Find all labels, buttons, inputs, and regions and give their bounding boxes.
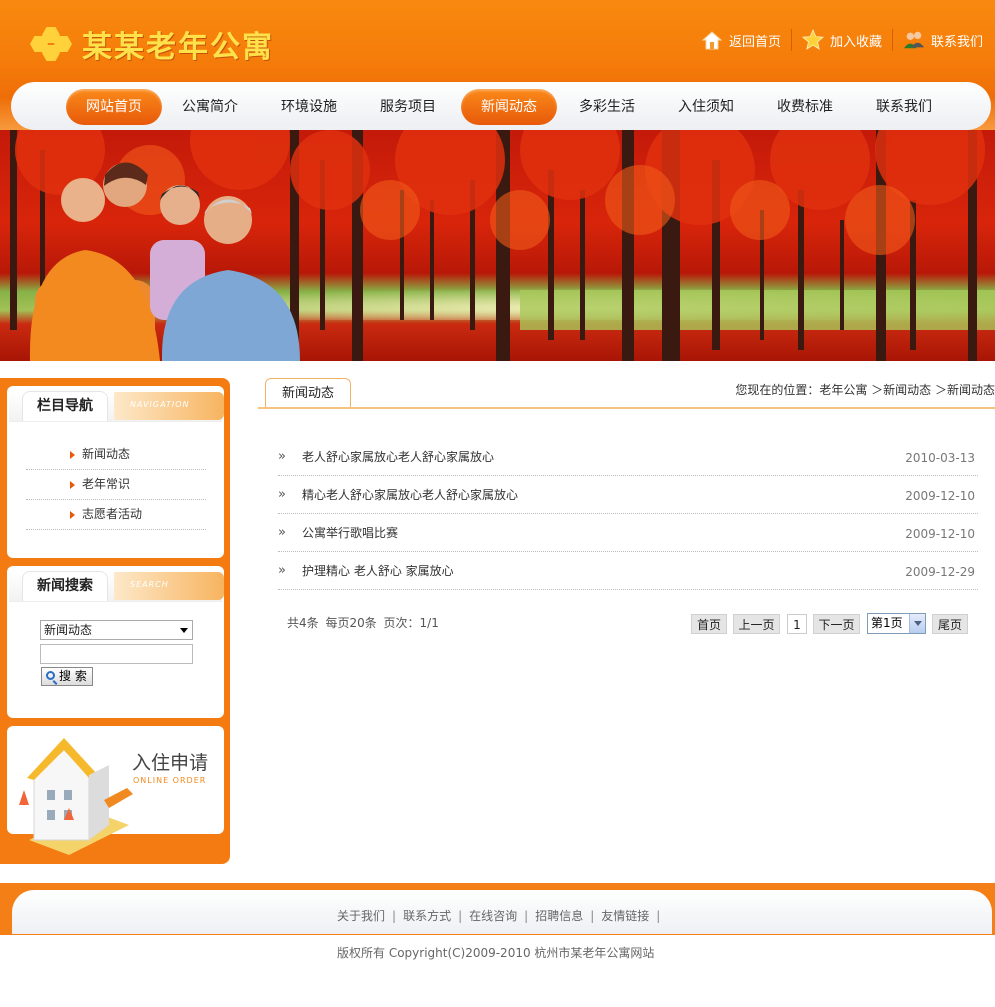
- autumn-forest-illustration: [0, 130, 995, 361]
- nav-home[interactable]: 网站首页: [66, 89, 162, 125]
- search-panel-ribbon-text: SEARCH: [130, 580, 169, 589]
- home-link-label: 返回首页: [728, 34, 781, 50]
- nav-panel-ribbon: NAVIGATION: [114, 392, 224, 420]
- news-date: 2009-12-10: [905, 527, 975, 541]
- footer-links: 关于我们 | 联系方式 | 在线咨询 | 招聘信息 | 友情链接 |: [337, 907, 667, 924]
- logo-hexagons-icon: [30, 25, 72, 63]
- footer-separator: |: [524, 909, 529, 923]
- top-links: 返回首页 加入收藏 联系我们: [691, 27, 993, 53]
- nav-news[interactable]: 新闻动态: [461, 89, 557, 125]
- home-icon: [701, 29, 723, 51]
- sidebar-item-volunteer[interactable]: 志愿者活动: [26, 500, 206, 530]
- page-select-value: 第1页: [871, 616, 903, 630]
- footer-separator: |: [656, 909, 661, 923]
- footer-link-consult[interactable]: 在线咨询: [469, 909, 517, 923]
- chevron-down-icon: [909, 614, 925, 633]
- last-page-button[interactable]: 尾页: [932, 614, 968, 634]
- users-icon: [903, 29, 925, 51]
- news-row[interactable]: » 精心老人舒心家属放心老人舒心家属放心 2009-12-10: [278, 476, 978, 514]
- apply-subtitle: ONLINE ORDER: [133, 776, 207, 785]
- bookmark-link[interactable]: 加入收藏: [792, 27, 892, 53]
- chevron-down-icon: [180, 628, 188, 633]
- nav-panel-ribbon-text: NAVIGATION: [130, 400, 190, 409]
- category-list: 新闻动态 老年常识 志愿者活动: [26, 440, 206, 530]
- first-page-button[interactable]: 首页: [691, 614, 727, 634]
- page-select[interactable]: 第1页: [867, 613, 926, 634]
- nav-services[interactable]: 服务项目: [360, 89, 456, 125]
- nav-fees[interactable]: 收费标准: [757, 89, 853, 125]
- copyright: 版权所有 Copyright(C)2009-2010 杭州市某老年公寓网站: [337, 946, 655, 960]
- search-category-value: 新闻动态: [44, 623, 93, 637]
- footer-separator: |: [590, 909, 595, 923]
- contact-link[interactable]: 联系我们: [893, 27, 993, 53]
- footer-link-contact[interactable]: 联系方式: [403, 909, 451, 923]
- sidebar-item-label: 志愿者活动: [82, 507, 143, 521]
- news-date: 2009-12-10: [905, 489, 975, 503]
- next-page-button[interactable]: 下一页: [813, 614, 860, 634]
- bullet-arrow-icon: [70, 481, 75, 489]
- news-row[interactable]: » 护理精心 老人舒心 家属放心 2009-12-29: [278, 552, 978, 590]
- footer-separator: |: [458, 909, 463, 923]
- hero-banner: [0, 130, 995, 361]
- nav-panel: NAVIGATION 栏目导航 新闻动态 老年常识 志愿者活动: [7, 386, 224, 558]
- search-icon: [46, 671, 55, 680]
- footer-separator: |: [392, 909, 397, 923]
- elderly-group-photo: [29, 162, 300, 361]
- main-nav: 网站首页 公寓简介 环境设施 服务项目 新闻动态 多彩生活 入住须知 收费标准 …: [11, 82, 991, 130]
- search-panel-title: 新闻搜索: [22, 571, 108, 601]
- left-sidebar: NAVIGATION 栏目导航 新闻动态 老年常识 志愿者活动 SEARCH 新…: [0, 378, 230, 864]
- apply-panel[interactable]: 入住申请 ONLINE ORDER: [7, 726, 224, 855]
- search-button[interactable]: 搜 索: [41, 667, 93, 686]
- news-title[interactable]: 精心老人舒心家属放心老人舒心家属放心: [302, 486, 518, 503]
- apply-title: 入住申请: [132, 752, 209, 774]
- search-panel-ribbon: SEARCH: [114, 572, 224, 600]
- news-title[interactable]: 护理精心 老人舒心 家属放心: [302, 562, 454, 579]
- search-category-select[interactable]: 新闻动态: [40, 620, 193, 640]
- apartment-building-icon: [19, 738, 133, 855]
- sidebar-item-label: 新闻动态: [82, 447, 131, 461]
- section-tab: 新闻动态: [265, 378, 352, 408]
- bullet-arrow-icon: [70, 511, 75, 519]
- news-row[interactable]: » 老人舒心家属放心老人舒心家属放心 2010-03-13: [278, 438, 978, 476]
- nav-panel-title: 栏目导航: [22, 391, 108, 421]
- double-chevron-icon: »: [278, 487, 286, 502]
- double-chevron-icon: »: [278, 449, 286, 464]
- nav-facilities[interactable]: 环境设施: [261, 89, 357, 125]
- prev-page-button[interactable]: 上一页: [733, 614, 780, 634]
- nav-contact[interactable]: 联系我们: [856, 89, 952, 125]
- news-list: » 老人舒心家属放心老人舒心家属放心 2010-03-13 » 精心老人舒心家属…: [278, 438, 978, 590]
- bullet-arrow-icon: [70, 451, 75, 459]
- current-page-number[interactable]: 1: [787, 614, 807, 634]
- search-input[interactable]: [40, 644, 193, 664]
- sidebar-item-news[interactable]: 新闻动态: [26, 440, 206, 470]
- section-divider: [258, 407, 995, 409]
- contact-link-label: 联系我们: [930, 34, 983, 50]
- news-title[interactable]: 公寓举行歌唱比赛: [302, 524, 398, 541]
- site-logo[interactable]: 某某老年公寓: [30, 22, 274, 66]
- news-date: 2010-03-13: [905, 451, 975, 465]
- news-date: 2009-12-29: [905, 565, 975, 579]
- nav-admission[interactable]: 入住须知: [658, 89, 754, 125]
- news-title[interactable]: 老人舒心家属放心老人舒心家属放心: [302, 448, 494, 465]
- search-panel: SEARCH 新闻搜索 新闻动态 搜 索: [7, 566, 224, 718]
- site-name: 某某老年公寓: [82, 30, 274, 65]
- home-link[interactable]: 返回首页: [691, 27, 791, 53]
- news-row[interactable]: » 公寓举行歌唱比赛 2009-12-10: [278, 514, 978, 552]
- footer-link-friends[interactable]: 友情链接: [601, 909, 649, 923]
- breadcrumb: 您现在的位置：老年公寓 ＞新闻动态 ＞新闻动态: [735, 383, 995, 397]
- star-icon: [801, 29, 824, 51]
- nav-about[interactable]: 公寓简介: [162, 89, 258, 125]
- footer-link-jobs[interactable]: 招聘信息: [535, 909, 583, 923]
- footer-link-about[interactable]: 关于我们: [337, 909, 385, 923]
- search-button-label: 搜 索: [59, 669, 87, 683]
- double-chevron-icon: »: [278, 525, 286, 540]
- double-chevron-icon: »: [278, 563, 286, 578]
- site-header: 某某老年公寓 返回首页 加入收藏 联系我们 网站首页 公寓简介 环境设施 服务项…: [0, 0, 995, 130]
- sidebar-item-knowledge[interactable]: 老年常识: [26, 470, 206, 500]
- bookmark-link-label: 加入收藏: [829, 34, 882, 50]
- pager-info: 共4条 每页20条 页次：1/1: [287, 616, 439, 630]
- sidebar-item-label: 老年常识: [82, 477, 131, 491]
- nav-life[interactable]: 多彩生活: [559, 89, 655, 125]
